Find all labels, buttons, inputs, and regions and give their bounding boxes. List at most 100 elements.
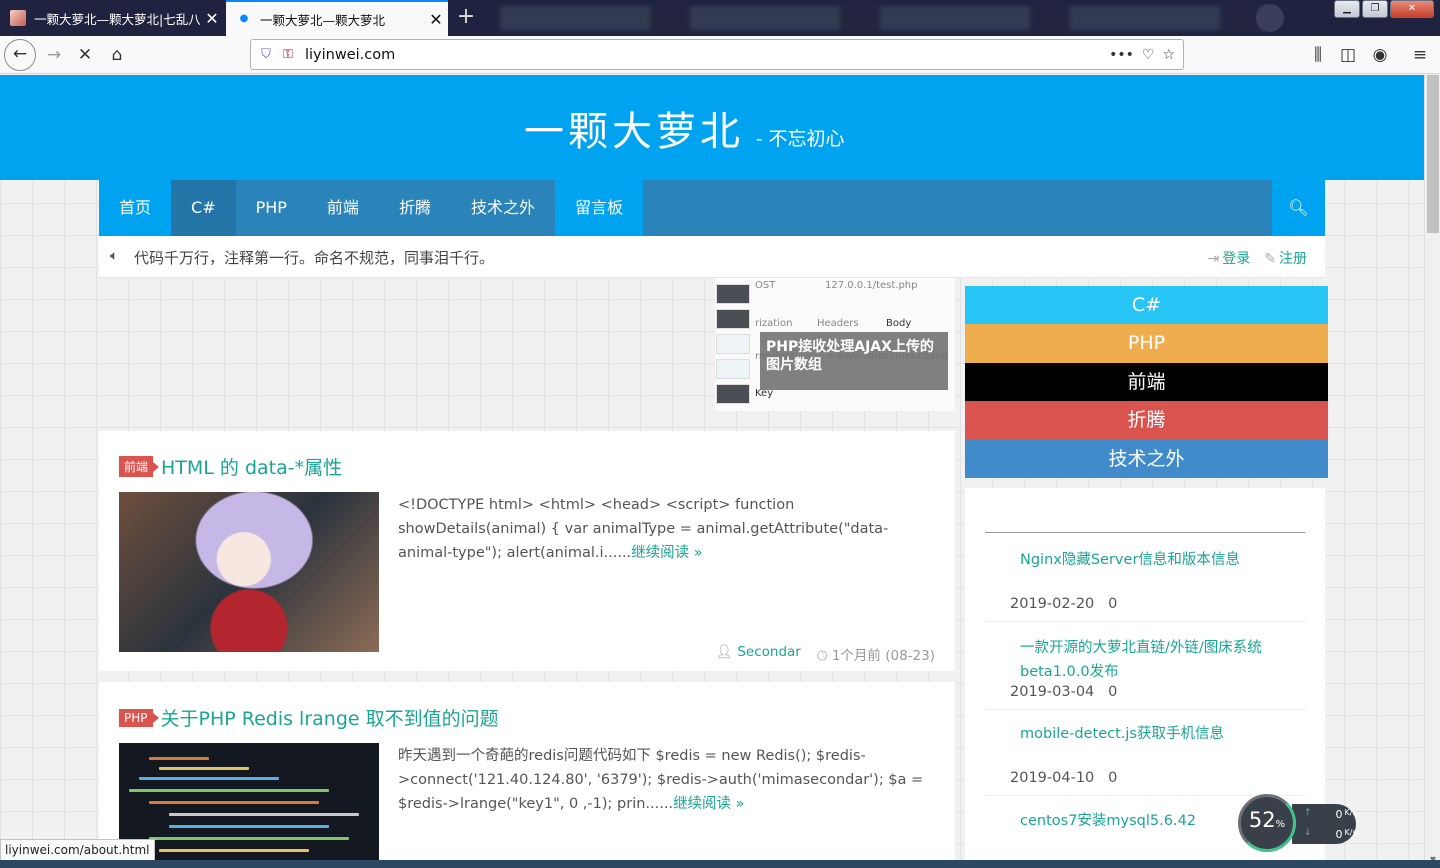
- insecure-lock-icon[interactable]: ⚿: [277, 47, 299, 62]
- site-subtitle: - 不忘初心: [756, 128, 845, 150]
- recent-post-item: 一款开源的大萝北直链/外链/图床系统beta1.0.0发布 2019-03-04…: [985, 636, 1305, 710]
- recent-post-meta: 2019-04-10 0: [1010, 770, 1305, 786]
- tracking-shield-icon[interactable]: ⛉: [255, 47, 277, 62]
- site-header: 一颗大萝北 - 不忘初心: [0, 75, 1424, 180]
- background-window-ghost-icon: [1256, 4, 1284, 32]
- menu-item-frontend[interactable]: 前端: [307, 180, 379, 236]
- menu-hamburger-icon[interactable]: ≡: [1406, 41, 1434, 69]
- shot-tab: rization: [755, 318, 793, 329]
- featured-slider[interactable]: OST 127.0.0.1/test.php rization Headers …: [99, 278, 955, 411]
- post-excerpt: <!DOCTYPE html> <html> <head> <script> f…: [398, 493, 938, 565]
- menu-item-home[interactable]: 首页: [99, 180, 172, 236]
- register-label: 注册: [1279, 251, 1307, 267]
- tab-title: 一颗大萝北—颗大萝北|七乱八...: [34, 11, 200, 27]
- category-csharp[interactable]: C#: [965, 286, 1328, 325]
- account-icon[interactable]: ◉: [1366, 41, 1394, 69]
- forward-button[interactable]: →: [40, 41, 68, 69]
- page-scrollbar[interactable]: ▼: [1424, 75, 1440, 868]
- category-tinkering[interactable]: 折腾: [965, 401, 1328, 440]
- slider-caption[interactable]: PHP接收处理AJAX上传的图片数组: [760, 332, 948, 390]
- window-controls: ▁ ❐ ✕: [1334, 0, 1434, 18]
- speaker-icon: 🔈︎: [110, 248, 119, 264]
- browser-tab-1[interactable]: 一颗大萝北—颗大萝北|七乱八... ✕: [0, 0, 224, 36]
- browser-tab-2[interactable]: ● 一颗大萝北—颗大萝北 ✕: [226, 0, 448, 36]
- restore-button[interactable]: ❐: [1362, 0, 1388, 18]
- address-bar[interactable]: ⛉ ⚿ liyinwei.com ••• ♡ ☆: [250, 39, 1184, 70]
- recent-post-comments: 0: [1108, 684, 1118, 700]
- search-icon[interactable]: 🔍︎: [1272, 180, 1325, 236]
- post-author[interactable]: Secondar: [737, 644, 801, 660]
- back-button[interactable]: ←: [4, 39, 36, 71]
- main-menu: 首页 C# PHP 前端 折腾 技术之外 留言板 🔍︎: [99, 180, 1325, 236]
- code-line: [159, 849, 309, 852]
- post-title[interactable]: HTML 的 data-*属性: [161, 453, 342, 480]
- slider-thumb[interactable]: [716, 384, 750, 404]
- stop-loading-button[interactable]: ✕: [71, 41, 99, 69]
- os-taskbar: [0, 860, 1440, 868]
- category-beyond-tech[interactable]: 技术之外: [965, 439, 1328, 478]
- recent-post-title[interactable]: mobile-detect.js获取手机信息: [1020, 722, 1280, 746]
- home-button[interactable]: ⌂: [103, 41, 131, 69]
- recent-post-comments: 0: [1108, 770, 1118, 786]
- site-brand[interactable]: 一颗大萝北 - 不忘初心: [524, 99, 844, 157]
- category-php[interactable]: PHP: [965, 324, 1328, 363]
- post-date: 1个月前 (08-23): [831, 648, 935, 664]
- network-speed-widget[interactable]: ↑ 0 K/s ↓ 0 K/s 52%: [1238, 794, 1358, 854]
- background-window-ghost: [500, 6, 1270, 30]
- read-more-link[interactable]: 继续阅读 »: [673, 796, 744, 812]
- menu-item-beyond-tech[interactable]: 技术之外: [451, 180, 555, 236]
- site-title[interactable]: 一颗大萝北: [524, 99, 744, 157]
- bookmark-star-icon[interactable]: ☆: [1162, 47, 1175, 63]
- category-frontend[interactable]: 前端: [965, 362, 1328, 402]
- slider-thumb[interactable]: [716, 284, 750, 304]
- register-link[interactable]: ✎ 注册: [1264, 248, 1307, 268]
- edit-icon: ✎: [1264, 251, 1276, 267]
- menu-item-guestbook[interactable]: 留言板: [554, 180, 643, 236]
- slider-thumb[interactable]: [716, 309, 750, 329]
- tab-close-icon[interactable]: ✕: [200, 9, 224, 28]
- post-card: 前端 HTML 的 data-*属性 <!DOCTYPE html> <html…: [99, 431, 955, 671]
- clock-icon: 🕓︎: [816, 648, 832, 664]
- menu-item-php[interactable]: PHP: [236, 180, 307, 236]
- page-actions-icon[interactable]: •••: [1109, 47, 1134, 63]
- read-more-link[interactable]: 继续阅读 »: [631, 545, 702, 561]
- post-title[interactable]: 关于PHP Redis lrange 取不到值的问题: [161, 704, 499, 731]
- post-meta: 👤︎ Secondar 🕓︎ 1个月前 (08-23): [716, 644, 935, 664]
- upload-arrow-icon: ↑: [1304, 808, 1312, 818]
- browser-tab-bar: 一颗大萝北—颗大萝北|七乱八... ✕ ● 一颗大萝北—颗大萝北 ✕ + ▁ ❐…: [0, 0, 1440, 36]
- memory-usage-percent: 52%: [1238, 808, 1296, 832]
- recent-post-date: 2019-04-10: [1010, 770, 1095, 786]
- recent-post-item: mobile-detect.js获取手机信息 2019-04-10 0: [985, 722, 1305, 796]
- login-link[interactable]: ⇥ 登录: [1208, 248, 1251, 268]
- code-line: [149, 801, 319, 804]
- menu-item-csharp[interactable]: C#: [171, 180, 236, 236]
- pocket-icon[interactable]: ♡: [1142, 47, 1155, 63]
- menu-item-tinkering[interactable]: 折腾: [379, 180, 451, 236]
- library-icon[interactable]: ⫼: [1304, 41, 1332, 69]
- new-tab-button[interactable]: +: [452, 4, 480, 32]
- tab-close-icon[interactable]: ✕: [424, 10, 448, 29]
- slider-thumb[interactable]: [716, 334, 750, 354]
- excerpt-text: 昨天遇到一个奇葩的redis问题代码如下 $redis = new Redis(…: [398, 748, 924, 812]
- minimize-button[interactable]: ▁: [1334, 0, 1360, 18]
- category-badge[interactable]: PHP: [119, 708, 158, 727]
- recent-post-title[interactable]: 一款开源的大萝北直链/外链/图床系统beta1.0.0发布: [1020, 636, 1280, 684]
- post-card: PHP 关于PHP Redis lrange 取不到值的问题 昨天遇到一个奇葩的…: [99, 682, 955, 868]
- slider-thumb[interactable]: [716, 359, 750, 379]
- recent-post-comments: 0: [1108, 596, 1118, 612]
- list-separator: [985, 709, 1305, 710]
- code-line: [159, 767, 249, 770]
- login-label: 登录: [1222, 251, 1251, 267]
- post-thumbnail[interactable]: [119, 743, 379, 868]
- post-title-row: 前端 HTML 的 data-*属性: [119, 453, 342, 480]
- close-window-button[interactable]: ✕: [1390, 0, 1434, 18]
- category-badge[interactable]: 前端: [119, 456, 160, 477]
- category-list: C# PHP 前端 折腾 技术之外: [965, 286, 1328, 478]
- scrollbar-thumb[interactable]: [1427, 75, 1439, 233]
- recent-post-title[interactable]: Nginx隐藏Server信息和版本信息: [1020, 548, 1280, 572]
- url-text[interactable]: liyinwei.com: [299, 47, 1109, 63]
- post-thumbnail[interactable]: [119, 492, 379, 652]
- sidebar-toggle-icon[interactable]: ◫: [1334, 41, 1362, 69]
- shot-tab: Headers: [817, 318, 859, 329]
- recent-post-item: Nginx隐藏Server信息和版本信息 2019-02-20 0: [985, 548, 1305, 622]
